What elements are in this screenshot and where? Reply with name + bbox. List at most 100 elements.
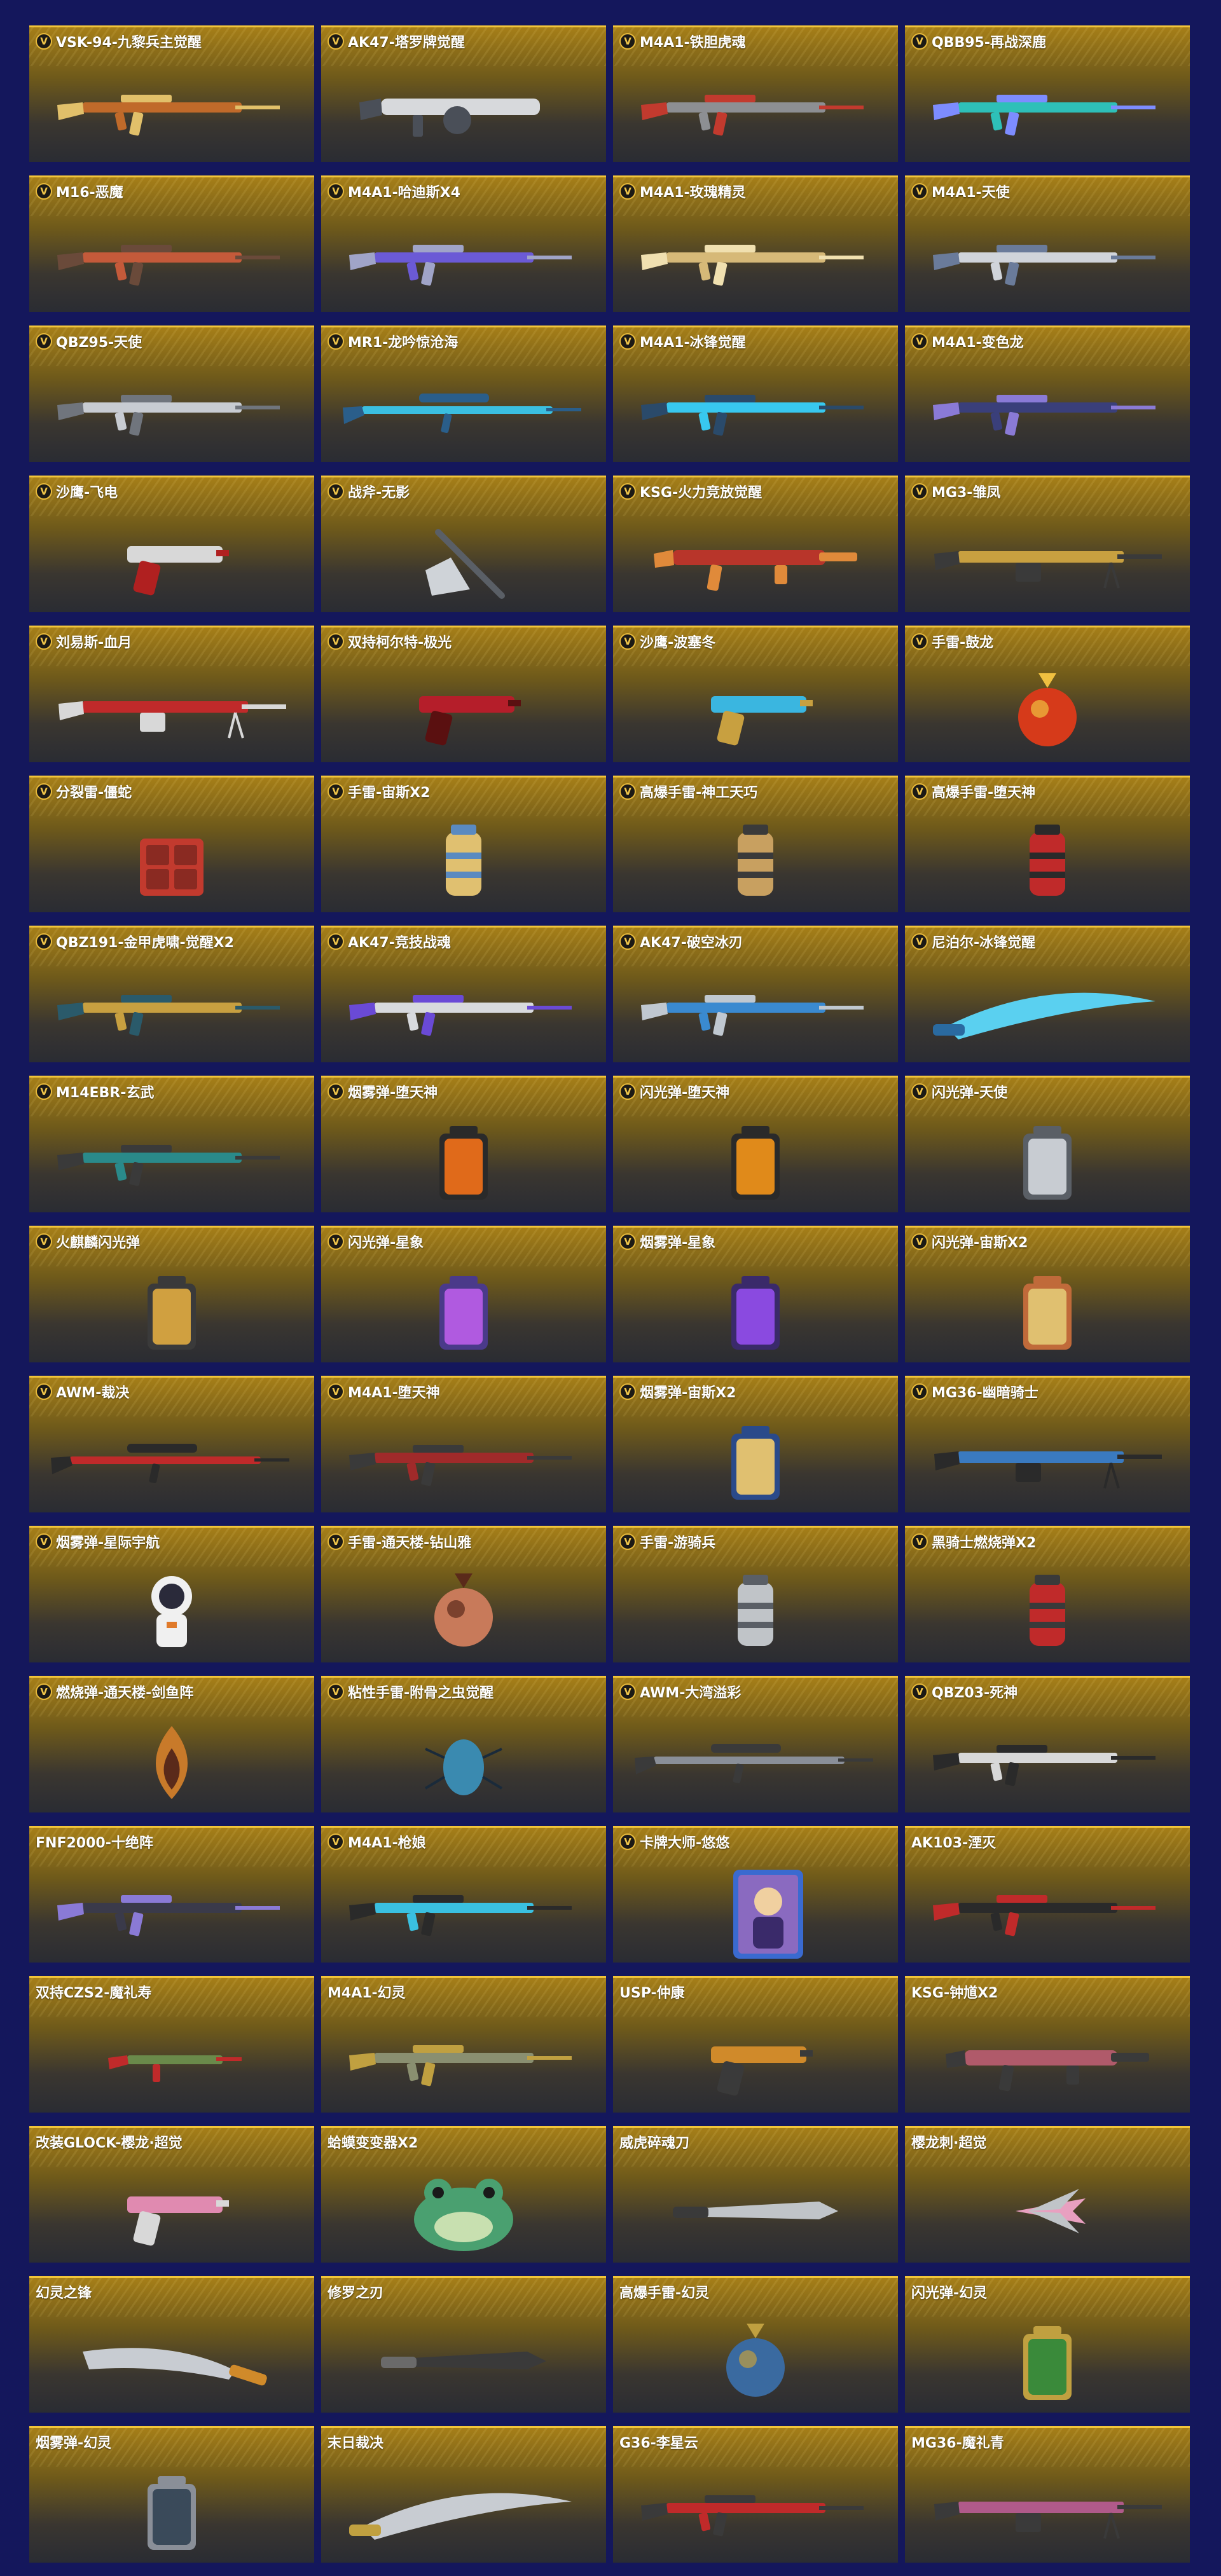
item-card[interactable]: V 双持柯尔特-极光 [321, 626, 606, 762]
item-card[interactable]: V M4A1-冰锋觉醒 [613, 325, 898, 462]
v-badge-icon: V [36, 483, 52, 500]
item-card[interactable]: V 沙鹰-波塞冬 [613, 626, 898, 762]
item-name: VSK-94-九黎兵主觉醒 [56, 35, 202, 51]
item-card[interactable]: V M4A1-变色龙 [905, 325, 1190, 462]
item-card[interactable]: V 刘易斯-血月 [29, 626, 314, 762]
blade-icon [933, 992, 1155, 1039]
item-card[interactable]: V 闪光弹-堕天神 [613, 1076, 898, 1212]
item-card[interactable]: V 烟雾弹-星象 [613, 1226, 898, 1362]
item-card[interactable]: V 分裂雷-僵蛇 [29, 776, 314, 912]
item-card[interactable]: V闪光弹-幻灵 [905, 2276, 1190, 2413]
item-card[interactable]: V M14EBR-玄武 [29, 1076, 314, 1212]
item-card[interactable]: V高爆手雷-幻灵 [613, 2276, 898, 2413]
item-name: 烟雾弹-星象 [640, 1235, 716, 1251]
item-card[interactable]: V 卡牌大师-悠悠 [613, 1826, 898, 1963]
item-card[interactable]: V威虎碎魂刀 [613, 2126, 898, 2263]
item-name: 手雷-游骑兵 [640, 1535, 716, 1551]
item-card[interactable]: V 粘性手雷-附骨之虫觉醒 [321, 1676, 606, 1812]
item-card[interactable]: V M4A1-堕天神 [321, 1376, 606, 1512]
item-name: M4A1-枪娘 [348, 1835, 426, 1851]
item-card[interactable]: V QBZ95-天使 [29, 325, 314, 462]
item-title: V 手雷-宙斯X2 [328, 781, 601, 802]
item-card[interactable]: V 手雷-宙斯X2 [321, 776, 606, 912]
item-card[interactable]: V 高爆手雷-堕天神 [905, 776, 1190, 912]
item-card[interactable]: V M4A1-天使 [905, 175, 1190, 312]
item-card[interactable]: V末日裁决 [321, 2426, 606, 2563]
item-card[interactable]: V 闪光弹-星象 [321, 1226, 606, 1362]
item-card[interactable]: V MG3-雏凤 [905, 476, 1190, 612]
item-card[interactable]: V 手雷-通天楼-钻山雅 [321, 1526, 606, 1662]
item-name: AWM-大湾溢彩 [640, 1685, 742, 1701]
item-card[interactable]: V幻灵之锋 [29, 2276, 314, 2413]
item-card[interactable]: V双持CZS2-魔礼寿 [29, 1976, 314, 2113]
item-card[interactable]: VAK103-湮灭 [905, 1826, 1190, 1963]
item-card[interactable]: V烟雾弹-幻灵 [29, 2426, 314, 2563]
item-image [321, 209, 606, 312]
item-card[interactable]: V M16-恶魔 [29, 175, 314, 312]
item-card[interactable]: V AWM-裁决 [29, 1376, 314, 1512]
item-card[interactable]: V樱龙刺·超觉 [905, 2126, 1190, 2263]
item-title: V M4A1-枪娘 [328, 1832, 601, 1852]
grenade-icon [1030, 1574, 1065, 1646]
canister-icon [731, 1275, 780, 1350]
item-card[interactable]: V QBB95-再战深鹿 [905, 25, 1190, 162]
item-card[interactable]: V M4A1-铁胆虎魂 [613, 25, 898, 162]
item-title: VUSP-仲康 [619, 1982, 893, 2002]
item-card[interactable]: V 沙鹰-飞电 [29, 476, 314, 612]
item-card[interactable]: V AK47-竞技战魂 [321, 926, 606, 1062]
rifle-icon [641, 2495, 864, 2536]
item-card[interactable]: V KSG-火力竞放觉醒 [613, 476, 898, 612]
item-card[interactable]: V 黑骑士燃烧弹X2 [905, 1526, 1190, 1662]
item-card[interactable]: V 战斧-无影 [321, 476, 606, 612]
v-badge-icon: V [911, 1383, 928, 1400]
rifle-icon [57, 994, 280, 1036]
item-image [905, 2009, 1190, 2113]
item-card[interactable]: V 高爆手雷-神工天巧 [613, 776, 898, 912]
item-card[interactable]: V QBZ03-死神 [905, 1676, 1190, 1812]
item-card[interactable]: V MR1-龙吟惊沧海 [321, 325, 606, 462]
item-card[interactable]: V VSK-94-九黎兵主觉醒 [29, 25, 314, 162]
rifle-icon [641, 244, 864, 285]
item-card[interactable]: V M4A1-枪娘 [321, 1826, 606, 1963]
item-card[interactable]: V 烟雾弹-宙斯X2 [613, 1376, 898, 1512]
item-card[interactable]: VMG36-魔礼青 [905, 2426, 1190, 2563]
rifle-icon [57, 394, 280, 435]
item-card[interactable]: VG36-李星云 [613, 2426, 898, 2563]
item-card[interactable]: V 手雷-鼓龙 [905, 626, 1190, 762]
item-name: AK47-竞技战魂 [348, 935, 451, 951]
rifle-icon [57, 94, 280, 135]
item-card[interactable]: V蛤蟆变变器X2 [321, 2126, 606, 2263]
item-name: MG36-魔礼青 [911, 2436, 1004, 2451]
item-title: V KSG-火力竞放觉醒 [619, 481, 893, 502]
item-card[interactable]: V 闪光弹-天使 [905, 1076, 1190, 1212]
item-card[interactable]: VUSP-仲康 [613, 1976, 898, 2113]
item-card[interactable]: V AWM-大湾溢彩 [613, 1676, 898, 1812]
item-card[interactable]: V QBZ191-金甲虎啸-觉醒X2 [29, 926, 314, 1062]
item-card[interactable]: VKSG-钟馗X2 [905, 1976, 1190, 2113]
item-card[interactable]: V 烟雾弹-星际宇航 [29, 1526, 314, 1662]
item-card[interactable]: V M4A1-哈迪斯X4 [321, 175, 606, 312]
item-card[interactable]: V 烟雾弹-堕天神 [321, 1076, 606, 1212]
canister-icon [1023, 1275, 1072, 1350]
v-badge-icon: V [911, 933, 928, 950]
item-card[interactable]: V 手雷-游骑兵 [613, 1526, 898, 1662]
item-card[interactable]: V AK47-破空冰刃 [613, 926, 898, 1062]
item-card[interactable]: V改装GLOCK-樱龙·超觉 [29, 2126, 314, 2263]
item-card[interactable]: V 尼泊尔-冰锋觉醒 [905, 926, 1190, 1062]
item-card[interactable]: V 火麒麟闪光弹 [29, 1226, 314, 1362]
item-card[interactable]: VM4A1-幻灵 [321, 1976, 606, 2113]
rifle-icon [933, 394, 1155, 435]
item-card[interactable]: V 燃烧弹-通天楼-剑鱼阵 [29, 1676, 314, 1812]
item-name: 烟雾弹-星际宇航 [56, 1535, 160, 1551]
item-title: V双持CZS2-魔礼寿 [36, 1982, 309, 2002]
item-card[interactable]: V M4A1-玫瑰精灵 [613, 175, 898, 312]
item-card[interactable]: VFNF2000-十绝阵 [29, 1826, 314, 1963]
v-badge-icon: V [328, 633, 344, 650]
item-card[interactable]: V AK47-塔罗牌觉醒 [321, 25, 606, 162]
item-card[interactable]: V 闪光弹-宙斯X2 [905, 1226, 1190, 1362]
flame-icon [156, 1725, 188, 1799]
item-card[interactable]: V修罗之刃 [321, 2276, 606, 2413]
item-image [613, 2159, 898, 2263]
item-card[interactable]: V MG36-幽暗骑士 [905, 1376, 1190, 1512]
item-title: V改装GLOCK-樱龙·超觉 [36, 2132, 309, 2152]
